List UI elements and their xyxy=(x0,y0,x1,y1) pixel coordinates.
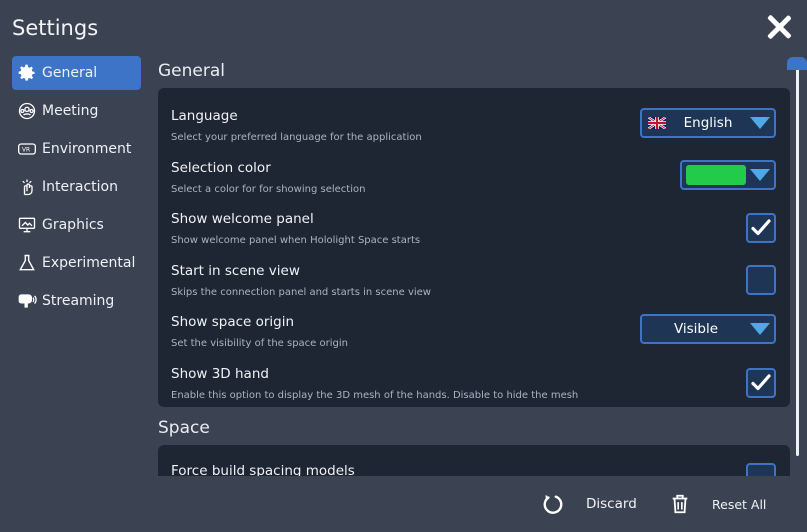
sidebar-item-label: Meeting xyxy=(42,103,99,119)
sidebar-item-streaming[interactable]: Streaming xyxy=(12,284,141,318)
chevron-down-icon xyxy=(750,117,770,129)
svg-text:VR: VR xyxy=(22,148,30,154)
sidebar-item-label: Experimental xyxy=(42,255,136,271)
reset-all-button[interactable]: Reset All xyxy=(669,476,766,532)
settings-content[interactable]: General Language Select your preferred l… xyxy=(158,56,790,476)
section-title-general: General xyxy=(158,61,225,81)
discard-button[interactable]: Discard xyxy=(542,476,637,532)
vr-headset-icon: VR xyxy=(16,138,38,160)
general-panel: Language Select your preferred language … xyxy=(158,88,790,407)
setting-label: Show 3D hand xyxy=(171,365,269,382)
setting-show-welcome-panel: Show welcome panel Show welcome panel wh… xyxy=(158,193,790,246)
discard-label: Discard xyxy=(586,496,637,512)
language-value: English xyxy=(683,115,733,131)
scene-view-checkbox[interactable] xyxy=(746,264,776,295)
space-origin-dropdown[interactable]: Visible xyxy=(640,314,776,344)
sidebar-item-label: Graphics xyxy=(42,217,104,233)
close-icon[interactable] xyxy=(764,12,794,42)
setting-start-scene-view: Start in scene view Skips the connection… xyxy=(158,245,790,298)
language-dropdown[interactable]: English xyxy=(640,108,776,138)
sidebar-item-graphics[interactable]: Graphics xyxy=(12,208,141,242)
chevron-down-icon xyxy=(750,323,770,335)
reset-all-label: Reset All xyxy=(712,496,767,512)
sidebar-item-label: Interaction xyxy=(42,179,118,195)
footer: Discard Reset All xyxy=(0,476,807,532)
sidebar-item-experimental[interactable]: Experimental xyxy=(12,246,141,280)
space-panel: Force build spacing models xyxy=(158,445,790,476)
setting-label: Start in scene view xyxy=(171,262,300,279)
setting-description: Enable this option to display the 3D mes… xyxy=(171,389,579,401)
setting-language: Language Select your preferred language … xyxy=(158,90,790,143)
setting-selection-color: Selection color Select a color for for s… xyxy=(158,142,790,195)
setting-label: Force build spacing models xyxy=(171,463,355,476)
color-swatch xyxy=(686,164,746,185)
checkmark-icon xyxy=(751,373,771,390)
sidebar-item-label: Streaming xyxy=(42,293,115,309)
setting-label: Show space origin xyxy=(171,314,295,330)
trash-icon xyxy=(672,494,688,514)
sidebar-item-label: Environment xyxy=(42,141,132,157)
sidebar-item-label: General xyxy=(42,65,98,81)
scrollbar-track[interactable] xyxy=(796,60,799,456)
sidebar-item-general[interactable]: General xyxy=(12,56,141,90)
space-checkbox[interactable] xyxy=(746,463,776,476)
interaction-icon xyxy=(16,176,38,198)
selection-color-dropdown[interactable] xyxy=(680,159,776,190)
gear-icon xyxy=(16,62,38,84)
monitor-icon xyxy=(16,214,38,236)
settings-title: Settings xyxy=(12,16,99,40)
streaming-icon xyxy=(16,290,38,312)
sidebar: General Meeting VR Environment Interacti… xyxy=(12,56,141,322)
checkmark-icon xyxy=(751,219,771,236)
sidebar-item-meeting[interactable]: Meeting xyxy=(12,94,141,128)
sidebar-item-environment[interactable]: VR Environment xyxy=(12,132,141,166)
welcome-panel-checkbox[interactable] xyxy=(746,213,776,243)
setting-label: Selection color xyxy=(171,159,271,176)
flask-icon xyxy=(16,252,38,274)
setting-label: Show welcome panel xyxy=(171,211,314,227)
scrollbar-thumb[interactable] xyxy=(787,57,807,70)
undo-icon xyxy=(543,494,563,514)
meeting-icon xyxy=(16,100,38,122)
space-origin-value: Visible xyxy=(673,321,719,337)
chevron-down-icon xyxy=(750,168,770,181)
setting-show-3d-hand: Show 3D hand Enable this option to displ… xyxy=(158,348,790,401)
section-title-space: Space xyxy=(158,418,210,438)
uk-flag-icon xyxy=(648,117,666,129)
sidebar-item-interaction[interactable]: Interaction xyxy=(12,170,141,204)
setting-show-space-origin: Show space origin Set the visibility of … xyxy=(158,296,790,349)
3d-hand-checkbox[interactable] xyxy=(746,367,776,398)
setting-label: Language xyxy=(171,108,238,124)
